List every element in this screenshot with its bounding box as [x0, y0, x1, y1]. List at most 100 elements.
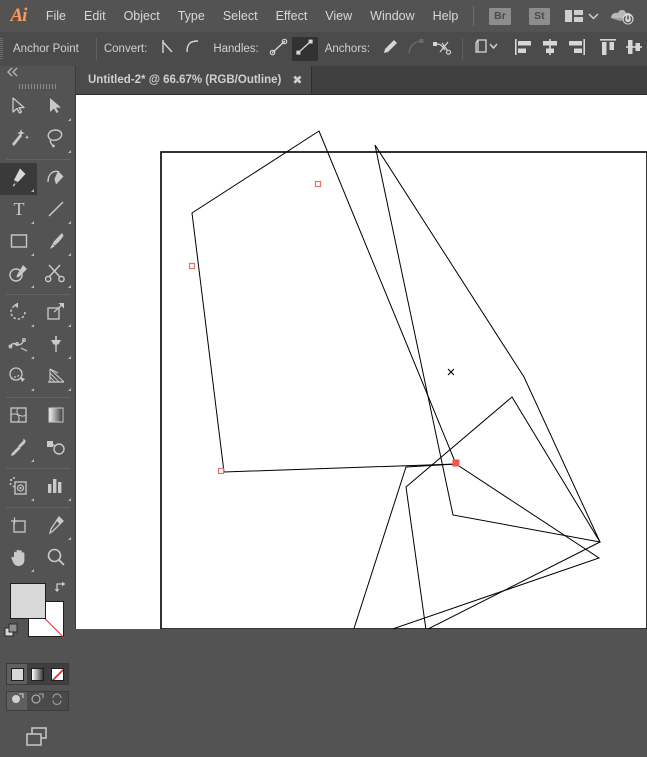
handles-show-button[interactable]: [266, 37, 292, 61]
menu-help[interactable]: Help: [424, 0, 468, 32]
tool-magic-wand[interactable]: [0, 124, 37, 156]
tool-free-transform[interactable]: [37, 330, 74, 362]
tool-shaper[interactable]: [0, 259, 37, 291]
tool-line-segment[interactable]: [37, 195, 74, 227]
tool-eyedropper[interactable]: [0, 433, 37, 465]
default-fill-stroke-icon[interactable]: [4, 623, 20, 644]
none-mode-button[interactable]: [48, 664, 68, 684]
tool-blend[interactable]: [37, 433, 74, 465]
align-left-button[interactable]: [511, 37, 537, 61]
tool-slice[interactable]: [37, 511, 74, 543]
smooth-point-icon: [184, 38, 202, 61]
blend-icon: [45, 437, 67, 462]
tool-paintbrush[interactable]: [37, 227, 74, 259]
tool-zoom[interactable]: [37, 543, 74, 575]
menu-select[interactable]: Select: [214, 0, 267, 32]
change-screen-mode-button[interactable]: [0, 721, 75, 757]
type-icon: T: [9, 199, 29, 224]
menu-object[interactable]: Object: [115, 0, 169, 32]
cut-path-icon: [432, 38, 452, 61]
tool-rotate[interactable]: [0, 298, 37, 330]
close-icon[interactable]: ✖: [292, 74, 302, 86]
tool-scale[interactable]: [37, 298, 74, 330]
tool-type[interactable]: T: [0, 195, 37, 227]
anchor-point-top[interactable]: [314, 180, 322, 188]
tool-gradient[interactable]: [37, 401, 74, 433]
menu-window[interactable]: Window: [361, 0, 423, 32]
align-middle-vertical-icon: [625, 38, 645, 61]
tool-group-indicator: [31, 285, 34, 288]
tool-group-indicator: [68, 118, 71, 121]
workspace-switcher-button[interactable]: [565, 0, 599, 32]
collapse-panel-icon[interactable]: [6, 64, 20, 82]
convert-to-smooth-button[interactable]: [180, 37, 206, 61]
quad-path-left[interactable]: [191, 130, 457, 473]
anchors-remove-button[interactable]: [377, 37, 403, 61]
anchor-point-selected[interactable]: [452, 459, 460, 467]
paint-mode-bar: [6, 663, 69, 685]
tool-selection[interactable]: [0, 92, 37, 124]
document-tab-untitled-2[interactable]: Untitled-2* @ 66.67% (RGB/Outline) ✖: [76, 66, 313, 94]
swap-fill-stroke-icon[interactable]: [53, 581, 69, 600]
draw-normal-button[interactable]: [7, 692, 28, 710]
align-center-horizontal-button[interactable]: [537, 37, 563, 61]
gradient-mode-button[interactable]: [27, 664, 47, 684]
quad-path-tall[interactable]: [374, 144, 601, 543]
draw-inside-button[interactable]: [48, 692, 68, 710]
quad-path-bottom[interactable]: [349, 463, 601, 629]
menu-view[interactable]: View: [316, 0, 361, 32]
handles-hide-button[interactable]: [291, 37, 318, 61]
tool-group-indicator: [68, 537, 71, 540]
tool-lasso[interactable]: [37, 124, 74, 156]
bridge-button[interactable]: Br: [489, 7, 511, 25]
convert-label: Convert:: [103, 43, 148, 55]
tool-group-indicator: [68, 356, 71, 359]
screen-mode-icon: [23, 726, 53, 753]
tool-symbol-sprayer[interactable]: [0, 472, 37, 504]
tools-panel-header[interactable]: [0, 66, 75, 80]
convert-to-corner-button[interactable]: [154, 37, 180, 61]
drawing-mode-bar: [6, 691, 69, 711]
tool-hand[interactable]: [0, 543, 37, 575]
tool-column-graph[interactable]: [37, 472, 74, 504]
tool-curvature[interactable]: [37, 163, 74, 195]
fill-stroke-swatches: [0, 579, 75, 657]
tool-perspective-grid[interactable]: [37, 362, 74, 394]
tools-divider-5: [5, 507, 70, 508]
tool-shape-builder[interactable]: [0, 362, 37, 394]
tool-width[interactable]: [0, 330, 37, 362]
document-canvas[interactable]: [76, 95, 647, 629]
align-middle-vertical-button[interactable]: [622, 37, 647, 61]
tool-mesh[interactable]: [0, 401, 37, 433]
anchors-cut-button[interactable]: [429, 37, 455, 61]
tool-scissors[interactable]: [37, 259, 74, 291]
tools-divider-1: [5, 159, 70, 160]
menu-type[interactable]: Type: [169, 0, 214, 32]
align-right-button[interactable]: [563, 37, 589, 61]
menu-file[interactable]: File: [37, 0, 75, 32]
cloud-sync-icon[interactable]: [609, 0, 635, 32]
align-center-horizontal-icon: [540, 38, 560, 61]
tool-group-indicator: [68, 285, 71, 288]
tool-direct-selection[interactable]: [37, 92, 74, 124]
anchor-point-left[interactable]: [188, 262, 196, 270]
tool-artboard[interactable]: [0, 511, 37, 543]
tool-group-indicator: [31, 221, 34, 224]
menu-edit[interactable]: Edit: [75, 0, 115, 32]
isolate-object-button[interactable]: [470, 37, 504, 61]
tool-group-indicator: [68, 388, 71, 391]
tool-group-indicator: [31, 324, 34, 327]
fill-swatch[interactable]: [10, 583, 46, 619]
handles-label: Handles:: [213, 43, 259, 55]
scale-icon: [45, 302, 67, 327]
draw-behind-icon: [31, 692, 44, 710]
tool-rectangle[interactable]: [0, 227, 37, 259]
menu-effect[interactable]: Effect: [267, 0, 317, 32]
draw-normal-icon: [11, 692, 24, 710]
stock-button[interactable]: St: [528, 7, 551, 25]
align-top-button[interactable]: [596, 37, 622, 61]
draw-behind-button[interactable]: [27, 692, 47, 710]
color-mode-button[interactable]: [7, 664, 28, 684]
tool-pen[interactable]: [0, 163, 37, 195]
anchor-point-bottom-left[interactable]: [217, 467, 225, 475]
